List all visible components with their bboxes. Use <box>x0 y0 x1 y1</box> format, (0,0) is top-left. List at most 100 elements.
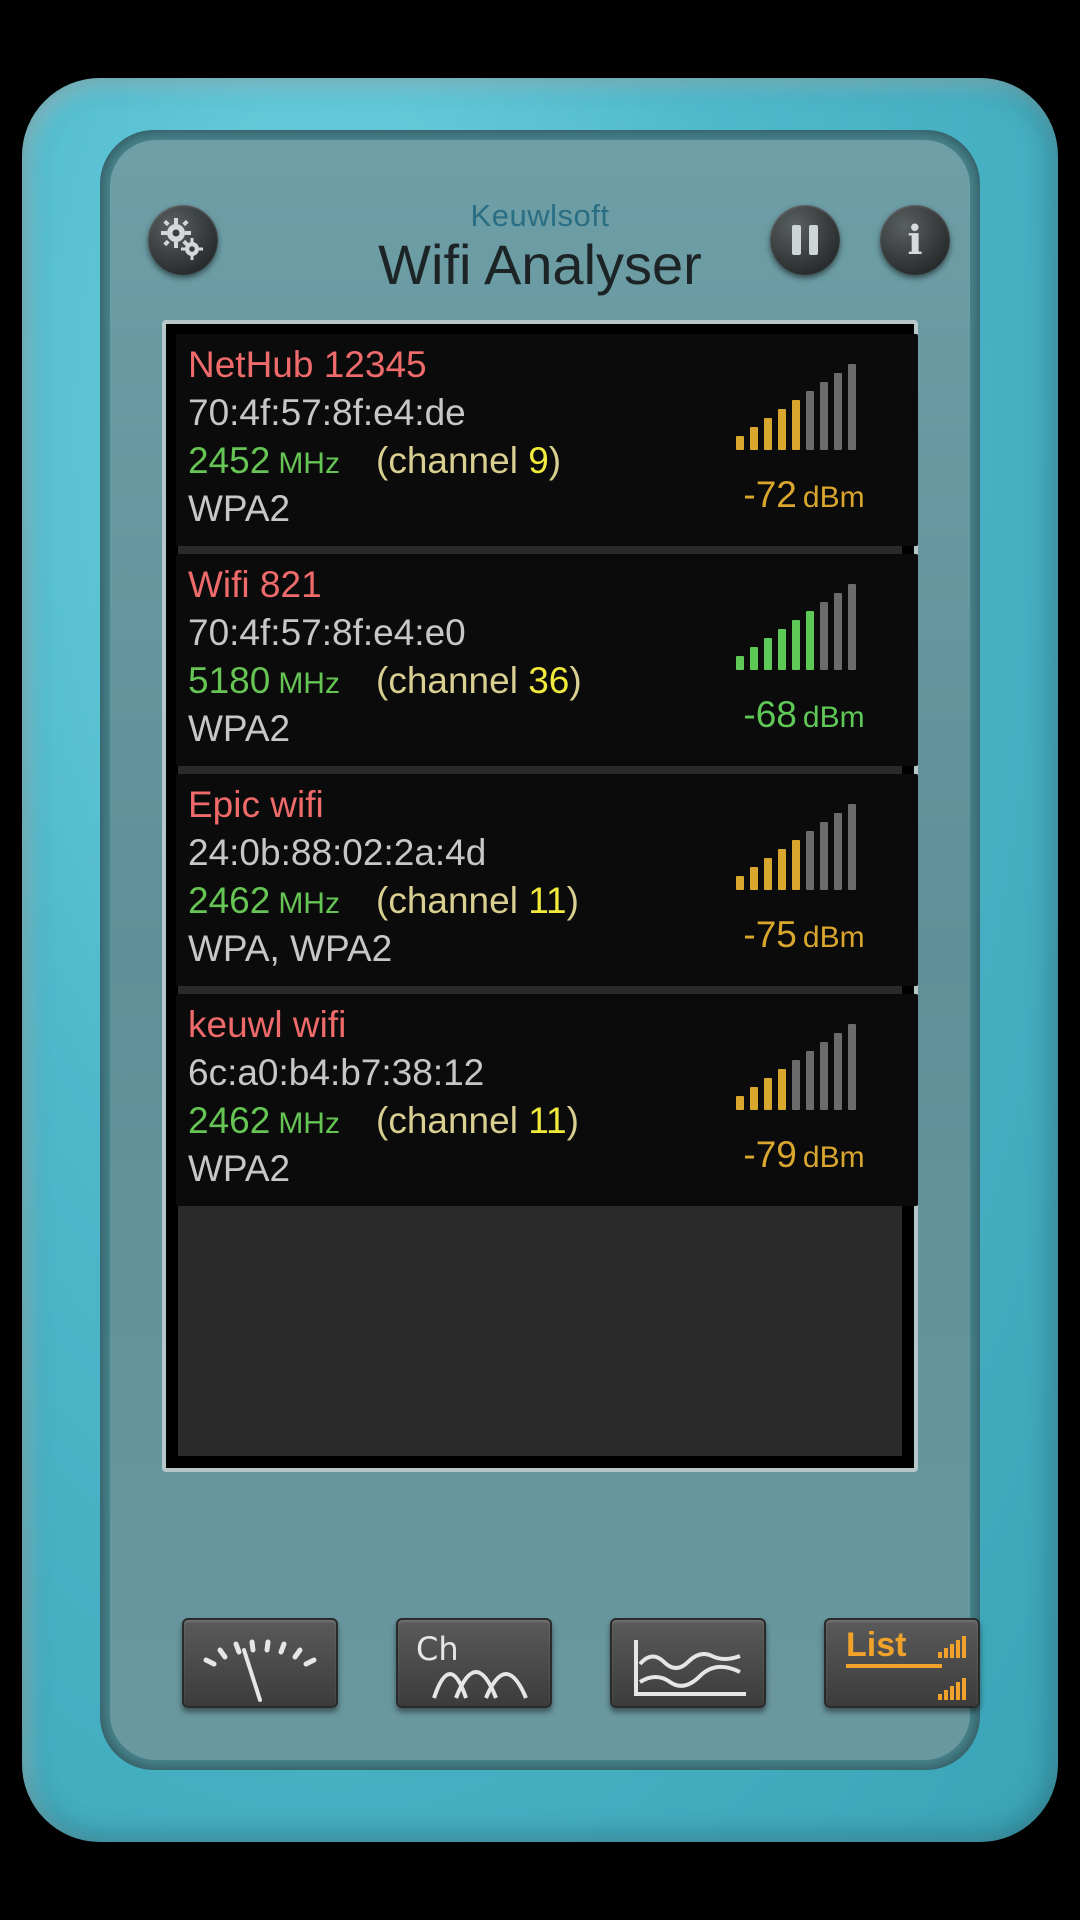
channel-prefix: (channel <box>376 660 529 701</box>
signal-bar <box>778 409 786 450</box>
signal-bars-icon <box>736 364 866 450</box>
signal-bar <box>834 1033 842 1110</box>
network-frequency: 5180 MHz <box>188 660 340 702</box>
signal-bar <box>834 593 842 670</box>
device-casing: Keuwlsoft Wifi Analyser i NetHub 12345 7… <box>22 78 1058 1842</box>
signal-bar <box>820 602 828 670</box>
time-graph-icon <box>634 1640 746 1696</box>
screen-bezel: NetHub 12345 70:4f:57:8f:e4:de 2452 MHz (cha… <box>142 298 980 1708</box>
screen-frame: NetHub 12345 70:4f:57:8f:e4:de 2452 MHz (cha… <box>162 320 918 1472</box>
dbm-unit: dBm <box>802 921 865 954</box>
gears-icon <box>161 218 203 260</box>
signal-bar <box>820 822 828 890</box>
signal-bar <box>778 1069 786 1110</box>
channel-suffix: ) <box>566 880 579 921</box>
signal-bar <box>778 849 786 890</box>
network-item[interactable]: NetHub 12345 70:4f:57:8f:e4:de 2452 MHz (cha… <box>176 334 918 546</box>
device-panel: Keuwlsoft Wifi Analyser i NetHub 12345 7… <box>110 140 980 1760</box>
signal-bar <box>806 1051 814 1110</box>
signal-bar <box>806 611 814 670</box>
network-item[interactable]: Wifi 821 70:4f:57:8f:e4:e0 5180 MHz (channel… <box>176 554 918 766</box>
signal-bar <box>848 804 856 890</box>
signal-bar <box>848 584 856 670</box>
list-signal-icon <box>846 1636 966 1700</box>
signal-bar <box>792 620 800 670</box>
dbm-value: -75 <box>743 914 797 955</box>
signal-bar <box>792 1060 800 1110</box>
info-icon: i <box>907 216 923 264</box>
network-item[interactable]: keuwl wifi 6c:a0:b4:b7:38:12 2462 MHz (chann… <box>176 994 918 1206</box>
signal-bars-icon <box>736 804 866 890</box>
network-mac: 6c:a0:b4:b7:38:12 <box>188 1052 485 1093</box>
signal-bar <box>834 373 842 450</box>
network-channel: (channel 36) <box>376 660 582 702</box>
frequency-unit: MHz <box>278 1107 340 1140</box>
channel-prefix: (channel <box>376 880 529 921</box>
signal-bar <box>792 400 800 450</box>
frequency-unit: MHz <box>278 887 340 920</box>
dbm-unit: dBm <box>802 481 865 514</box>
signal-bar <box>764 858 772 890</box>
network-security: WPA2 <box>188 1148 291 1189</box>
network-mac: 70:4f:57:8f:e4:de <box>188 392 466 433</box>
frequency-value: 5180 <box>188 660 271 701</box>
signal-bar <box>764 638 772 670</box>
dbm-value: -68 <box>743 694 797 735</box>
tab-list[interactable]: List <box>824 1618 980 1708</box>
network-screen[interactable]: NetHub 12345 70:4f:57:8f:e4:de 2452 MHz (cha… <box>176 334 918 1456</box>
network-ssid: Epic wifi <box>188 784 324 825</box>
signal-bar <box>764 1078 772 1110</box>
channel-suffix: ) <box>548 440 562 481</box>
signal-bar <box>764 418 772 450</box>
frequency-unit: MHz <box>278 447 340 480</box>
signal-bar <box>778 629 786 670</box>
info-button[interactable]: i <box>880 205 950 275</box>
channel-number: 11 <box>528 880 567 921</box>
network-ssid: NetHub 12345 <box>188 344 427 385</box>
signal-strength: -72 dBm <box>724 474 884 516</box>
signal-bar <box>750 427 758 450</box>
signal-bar <box>736 1096 744 1110</box>
signal-bars-icon <box>736 584 866 670</box>
signal-bar <box>820 382 828 450</box>
network-ssid: Wifi 821 <box>188 564 322 605</box>
pause-button[interactable] <box>770 205 840 275</box>
frequency-unit: MHz <box>278 667 340 700</box>
network-frequency: 2452 MHz <box>188 440 340 482</box>
network-mac: 24:0b:88:02:2a:4d <box>188 832 487 873</box>
network-security: WPA, WPA2 <box>188 928 393 969</box>
signal-bar <box>848 364 856 450</box>
signal-strength: -75 dBm <box>724 914 884 956</box>
signal-bar <box>750 1087 758 1110</box>
signal-bar <box>736 656 744 670</box>
frequency-value: 2462 <box>188 1100 271 1141</box>
channel-suffix: ) <box>569 660 582 701</box>
channel-graph-icon: Ch <box>416 1630 528 1699</box>
dbm-unit: dBm <box>802 1141 865 1174</box>
tab-time-graph[interactable] <box>610 1618 766 1708</box>
tab-channel-graph[interactable]: Ch <box>396 1618 552 1708</box>
network-frequency: 2462 MHz <box>188 880 340 922</box>
dbm-value: -72 <box>743 474 797 515</box>
signal-strength: -68 dBm <box>724 694 884 736</box>
network-item[interactable]: Epic wifi 24:0b:88:02:2a:4d 2462 MHz (channe… <box>176 774 918 986</box>
settings-button[interactable] <box>148 205 218 275</box>
signal-bars-icon <box>736 1024 866 1110</box>
tab-channel-label: Ch <box>416 1630 459 1668</box>
channel-suffix: ) <box>566 1100 579 1141</box>
brand-label: Keuwlsoft <box>470 198 610 233</box>
network-channel: (channel 9) <box>376 440 561 482</box>
signal-bar <box>750 647 758 670</box>
network-frequency: 2462 MHz <box>188 1100 340 1142</box>
network-security: WPA2 <box>188 708 291 749</box>
signal-bar <box>848 1024 856 1110</box>
channel-prefix: (channel <box>376 440 529 481</box>
signal-bar <box>806 391 814 450</box>
network-channel: (channel 11) <box>376 880 579 922</box>
dbm-value: -79 <box>743 1134 797 1175</box>
tab-signal-meter[interactable] <box>182 1618 338 1708</box>
signal-bar <box>750 867 758 890</box>
device-frame: Keuwlsoft Wifi Analyser i NetHub 12345 7… <box>100 130 980 1770</box>
network-security: WPA2 <box>188 488 291 529</box>
pause-icon <box>792 225 818 255</box>
